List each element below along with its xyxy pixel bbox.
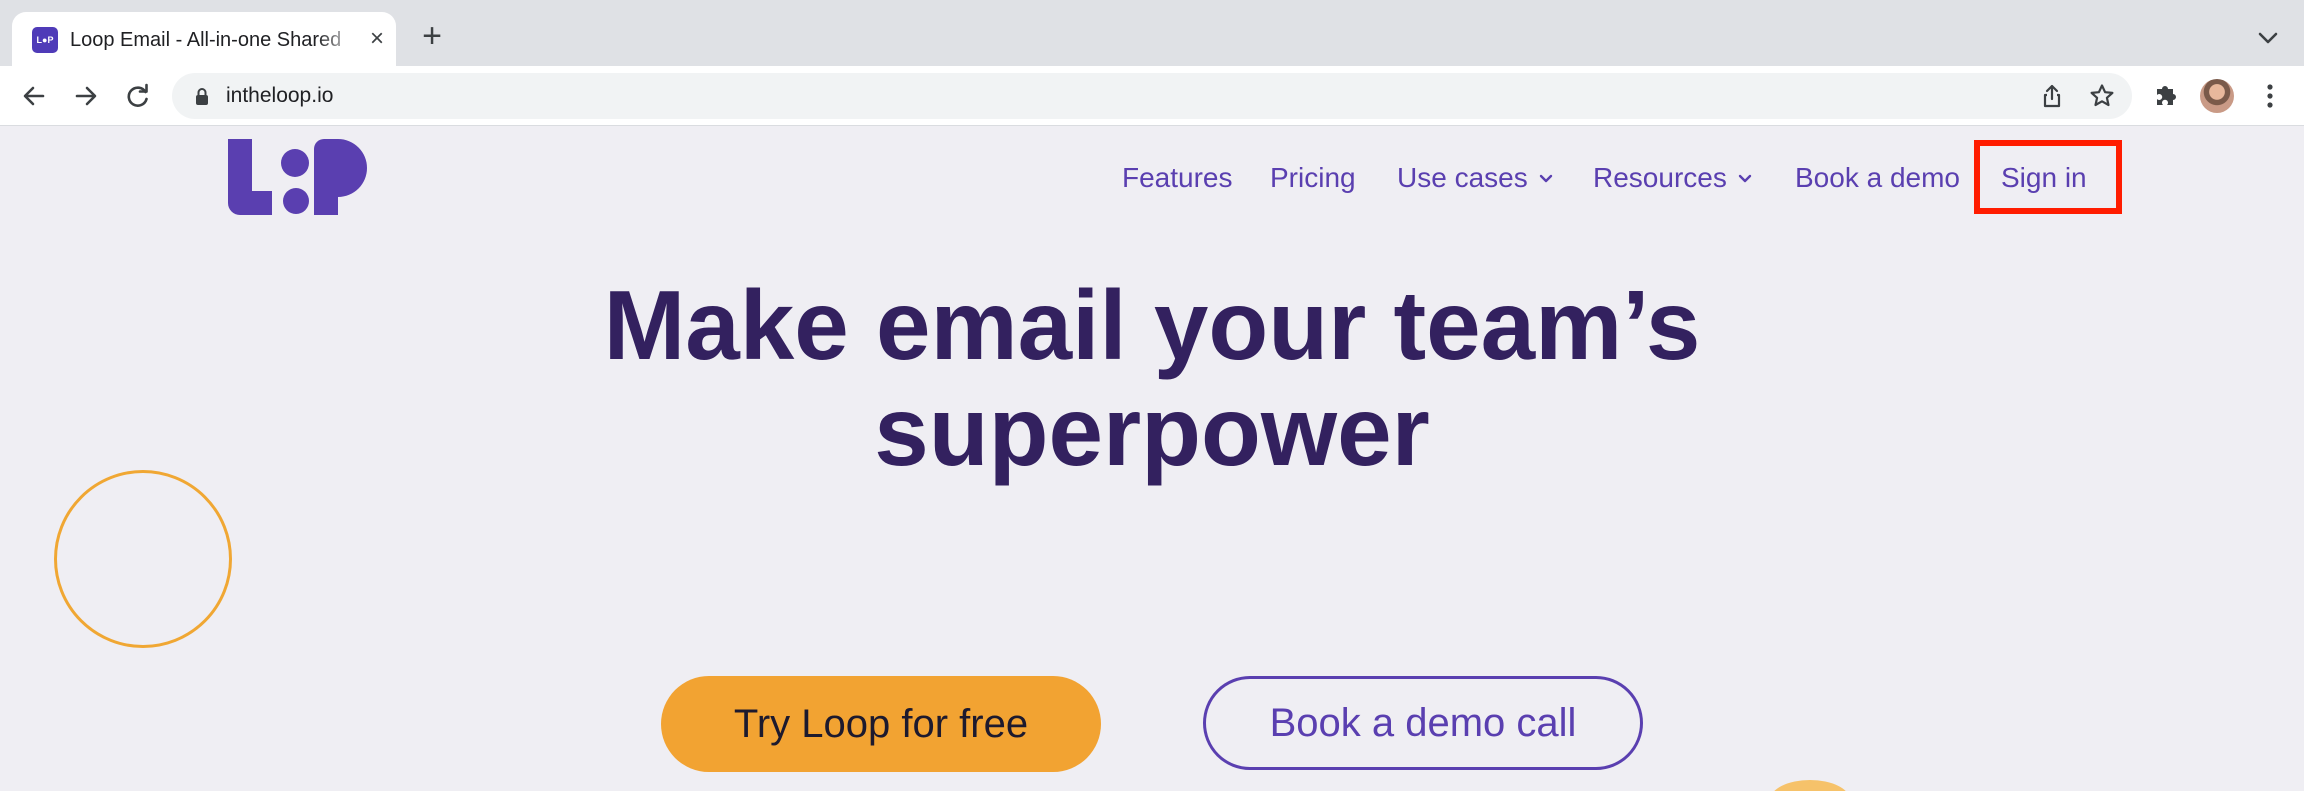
- forward-arrow-icon[interactable]: [68, 78, 104, 114]
- chevron-down-icon[interactable]: [2254, 24, 2282, 52]
- kebab-menu-icon[interactable]: [2252, 78, 2288, 114]
- chevron-down-icon: [1539, 174, 1552, 183]
- nav-use-cases[interactable]: Use cases: [1397, 160, 1554, 196]
- web-page: Features Pricing Use cases Resources Boo…: [0, 126, 2304, 791]
- reload-icon[interactable]: [120, 78, 156, 114]
- hero-title: Make email your team’s superpower: [452, 272, 1852, 484]
- star-icon[interactable]: [2088, 82, 2116, 110]
- chevron-down-icon: [1738, 174, 1752, 183]
- avatar[interactable]: [2200, 79, 2234, 113]
- plus-icon[interactable]: +: [414, 18, 450, 54]
- decorative-circle: [54, 470, 232, 648]
- nav-resources[interactable]: Resources: [1593, 160, 1753, 196]
- hero-title-line-1: Make email your team’s: [603, 270, 1701, 380]
- hero-title-line-2: superpower: [874, 376, 1430, 486]
- nav-pricing[interactable]: Pricing: [1270, 160, 1356, 196]
- puzzle-icon[interactable]: [2148, 78, 2184, 114]
- nav-use-cases-label: Use cases: [1397, 162, 1528, 193]
- lock-icon[interactable]: [192, 86, 212, 106]
- try-loop-button[interactable]: Try Loop for free: [661, 676, 1101, 772]
- tab-title: Loop Email - All-in-one Shared: [70, 29, 342, 51]
- url-text[interactable]: intheloop.io: [226, 83, 333, 109]
- address-bar[interactable]: intheloop.io: [172, 73, 2132, 119]
- share-icon[interactable]: [2038, 82, 2066, 110]
- browser-tab[interactable]: L●P Loop Email - All-in-one Shared ×: [12, 12, 396, 66]
- decorative-blob: [1770, 780, 1850, 791]
- browser-toolbar: intheloop.io: [0, 66, 2304, 126]
- loop-logo[interactable]: [228, 139, 368, 215]
- sign-in-highlight-box: [1974, 140, 2122, 214]
- loop-favicon: L●P: [32, 27, 58, 53]
- tab-strip: L●P Loop Email - All-in-one Shared × +: [0, 0, 2304, 66]
- close-icon[interactable]: ×: [364, 26, 390, 52]
- nav-resources-label: Resources: [1593, 162, 1727, 193]
- nav-features[interactable]: Features: [1122, 160, 1233, 196]
- book-demo-call-button[interactable]: Book a demo call: [1203, 676, 1643, 770]
- nav-book-a-demo[interactable]: Book a demo: [1795, 160, 1960, 196]
- back-arrow-icon[interactable]: [16, 78, 52, 114]
